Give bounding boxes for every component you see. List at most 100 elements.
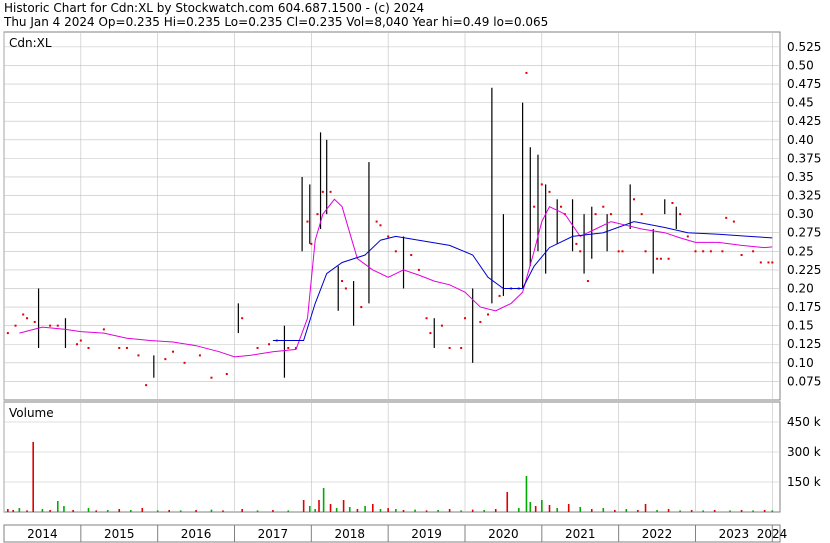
price-dot <box>752 250 755 253</box>
price-dot <box>360 306 363 309</box>
price-y-tick-label: 0.25 <box>787 244 814 258</box>
price-dot <box>644 250 647 253</box>
price-dot <box>725 216 728 219</box>
price-y-tick-label: 0.125 <box>787 337 821 351</box>
price-dot <box>33 320 36 323</box>
price-dot <box>56 324 59 327</box>
price-dot <box>679 213 682 216</box>
price-y-tick-label: 0.225 <box>787 263 821 277</box>
x-tick-label: 2023 <box>719 527 750 541</box>
price-dot <box>525 71 528 74</box>
price-dot <box>256 346 259 349</box>
price-dot <box>659 257 662 260</box>
price-dot <box>694 250 697 253</box>
price-dot <box>49 324 52 327</box>
price-dot <box>344 287 347 290</box>
price-y-tick-label: 0.375 <box>787 151 821 165</box>
price-dot <box>463 317 466 320</box>
price-dot <box>586 280 589 283</box>
price-dot <box>321 190 324 193</box>
x-axis: 2014 2015 2016 2017 2018 2019 2020 2021 2022 2023… <box>3 524 788 543</box>
price-dot <box>479 320 482 323</box>
price-panel-frame <box>3 31 781 401</box>
stock-chart: 0.525 0.50 0.475 0.45 0.425 0.40 0.375 0.35 0.32… <box>3 31 821 543</box>
price-dot <box>379 224 382 227</box>
x-tick-label: 2022 <box>642 527 673 541</box>
price-y-tick-label: 0.275 <box>787 226 821 240</box>
volume-panel-frame <box>3 401 781 513</box>
price-dot <box>241 317 244 320</box>
price-dot <box>560 205 563 208</box>
price-dot <box>14 324 17 327</box>
price-dot <box>640 213 643 216</box>
price-dot <box>425 317 428 320</box>
price-dot <box>6 332 9 335</box>
price-dot <box>306 220 309 223</box>
price-dot <box>125 346 128 349</box>
price-dot <box>448 346 451 349</box>
price-dot <box>172 350 175 353</box>
price-dot <box>87 346 90 349</box>
price-y-axis: 0.525 0.50 0.475 0.45 0.425 0.40 0.375 0.35 0.32… <box>787 40 821 389</box>
x-tick-label: 2016 <box>181 527 212 541</box>
price-dot <box>287 346 290 349</box>
price-dot <box>702 250 705 253</box>
price-dot <box>594 213 597 216</box>
price-dot <box>759 261 762 264</box>
price-dot <box>440 324 443 327</box>
x-tick-label: 2024 <box>757 527 788 541</box>
price-dot <box>210 376 213 379</box>
price-dot <box>540 183 543 186</box>
price-panel: 0.525 0.50 0.475 0.45 0.425 0.40 0.375 0.35 0.32… <box>3 31 821 401</box>
price-dot <box>417 268 420 271</box>
price-dot <box>579 250 582 253</box>
price-dot <box>671 201 674 204</box>
volume-y-axis: 450 k 300 k 150 k <box>787 415 821 489</box>
price-dot <box>740 254 743 257</box>
volume-y-tick-label: 450 k <box>787 415 821 429</box>
volume-y-tick-label: 300 k <box>787 445 821 459</box>
price-dot <box>375 220 378 223</box>
price-dot <box>198 354 201 357</box>
price-dot <box>767 261 770 264</box>
price-y-tick-label: 0.40 <box>787 133 814 147</box>
price-dot <box>394 250 397 253</box>
price-y-tick-label: 0.50 <box>787 58 814 72</box>
price-dot <box>26 317 29 320</box>
price-dot <box>487 313 490 316</box>
price-dot <box>79 339 82 342</box>
price-dot <box>686 235 689 238</box>
price-dot <box>732 220 735 223</box>
price-dot <box>102 328 105 331</box>
price-dot <box>771 261 774 264</box>
price-dot <box>137 354 140 357</box>
price-dot <box>225 372 228 375</box>
price-dot <box>498 294 501 297</box>
price-dot <box>75 343 78 346</box>
volume-y-tick-label: 150 k <box>787 475 821 489</box>
price-dot <box>118 346 121 349</box>
x-tick-label: 2014 <box>27 527 58 541</box>
price-dot <box>721 250 724 253</box>
price-dot <box>164 358 167 361</box>
price-y-tick-label: 0.45 <box>787 96 814 110</box>
price-dot <box>460 346 463 349</box>
price-dot <box>329 190 332 193</box>
price-y-tick-label: 0.475 <box>787 77 821 91</box>
volume-panel: 450 k 300 k 150 k Volume <box>3 401 821 513</box>
x-tick-label: 2015 <box>104 527 135 541</box>
price-dot <box>575 242 578 245</box>
price-dot <box>602 205 605 208</box>
price-dot <box>22 313 25 316</box>
x-tick-label: 2017 <box>258 527 289 541</box>
price-dot <box>429 332 432 335</box>
price-y-tick-label: 0.30 <box>787 207 814 221</box>
price-y-tick-label: 0.425 <box>787 114 821 128</box>
price-dot <box>533 205 536 208</box>
price-y-tick-label: 0.525 <box>787 40 821 54</box>
price-y-tick-label: 0.075 <box>787 374 821 388</box>
price-y-tick-label: 0.20 <box>787 281 814 295</box>
price-dot <box>667 257 670 260</box>
price-dot <box>341 280 344 283</box>
price-dot <box>145 384 148 387</box>
